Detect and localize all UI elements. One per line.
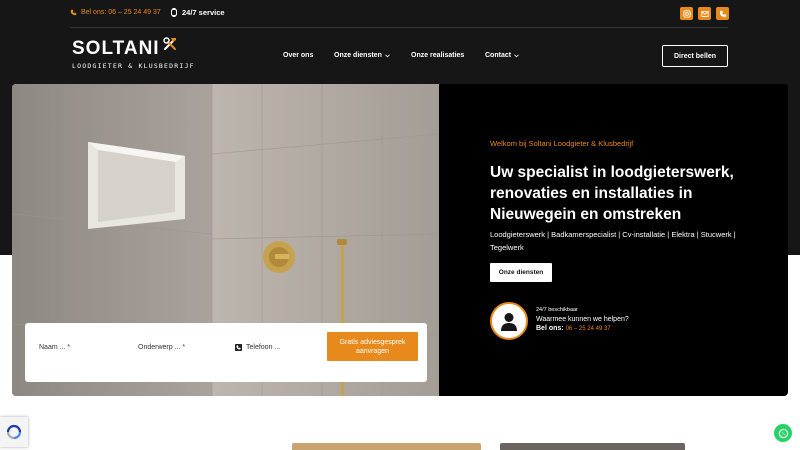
top-bar: Bel ons: 06 – 25 24 49 37 24/7 service: [0, 0, 800, 28]
phone-field-placeholder: Telefoon ...: [246, 344, 281, 351]
mail-link[interactable]: [698, 7, 711, 20]
availability-label: 24/7 beschikbaar: [536, 307, 578, 313]
service-card-image[interactable]: [500, 443, 685, 450]
nav-onze-diensten-label: Onze diensten: [334, 52, 382, 59]
topbar-phone-label: Bel ons: 06 – 25 24 49 37: [81, 9, 161, 16]
nav-onze-diensten[interactable]: Onze diensten: [334, 52, 390, 59]
hero-welcome: Welkom bij Soltani Loodgieter & Klusbedr…: [490, 139, 634, 148]
call-label: Bel ons:: [536, 325, 564, 332]
hero-services: Loodgieterswerk | Badkamerspecialist | C…: [490, 230, 736, 252]
recaptcha-icon: [6, 424, 22, 440]
chevron-down-icon: [514, 53, 519, 57]
onze-diensten-button[interactable]: Onze diensten: [490, 263, 552, 282]
nav-onze-realisaties[interactable]: Onze realisaties: [411, 52, 464, 59]
phone-icon: [719, 10, 726, 17]
chevron-down-icon: [384, 53, 390, 57]
logo-tagline: LOODGIETER & KLUSBEDRIJF: [72, 62, 195, 70]
divider: [70, 27, 728, 28]
subject-field-placeholder: Onderwerp ... *: [138, 344, 186, 351]
hero-content-panel: Welkom bij Soltani Loodgieter & Klusbedr…: [439, 84, 788, 396]
service-card-image[interactable]: [292, 443, 481, 450]
whatsapp-button[interactable]: [774, 424, 792, 442]
phone-field[interactable]: Telefoon ...: [235, 344, 280, 351]
nav-over-ons[interactable]: Over ons: [283, 52, 313, 59]
direct-bellen-button[interactable]: Direct bellen: [662, 45, 728, 67]
topbar-service: 24/7 service: [171, 8, 225, 17]
help-question: Waarmee kunnen we helpen?: [536, 316, 629, 323]
name-field[interactable]: Naam ... *: [39, 344, 70, 351]
hero-title: Uw specialist in loodgieterswerk, renova…: [490, 164, 734, 223]
name-field-placeholder: Naam ... *: [39, 344, 71, 351]
nav-contact[interactable]: Contact: [485, 52, 519, 59]
instagram-link[interactable]: [680, 7, 693, 20]
social-links: [680, 7, 729, 20]
nav-contact-label: Contact: [485, 52, 512, 59]
logo[interactable]: SOLTANI LOODGIETER & KLUSBEDRIJF: [72, 37, 195, 70]
phone-icon: [235, 344, 242, 351]
whatsapp-icon: [778, 428, 788, 438]
watch-icon: [171, 8, 177, 17]
person-icon: [501, 313, 517, 331]
call-line[interactable]: Bel ons: 06 – 25 24 49 37: [536, 325, 611, 332]
nav-over-ons-label: Over ons: [283, 52, 314, 59]
avatar: [490, 302, 528, 340]
subject-field[interactable]: Onderwerp ... *: [138, 344, 185, 351]
instagram-icon: [682, 9, 691, 18]
quick-contact-form: Naam ... * Onderwerp ... * Telefoon ... …: [25, 323, 427, 382]
nav-onze-realisaties-label: Onze realisaties: [411, 52, 465, 59]
phone-link[interactable]: [716, 7, 729, 20]
submit-advice-button[interactable]: Gratis adviesgesprek aanvragen: [327, 332, 418, 361]
call-number[interactable]: 06 – 25 24 49 37: [566, 326, 611, 332]
tools-icon: [163, 37, 176, 50]
phone-icon: [70, 9, 77, 16]
topbar-phone-link[interactable]: Bel ons: 06 – 25 24 49 37: [70, 9, 161, 16]
mail-icon: [700, 10, 709, 17]
recaptcha-badge[interactable]: [0, 417, 28, 447]
topbar-service-label: 24/7 service: [182, 8, 225, 17]
